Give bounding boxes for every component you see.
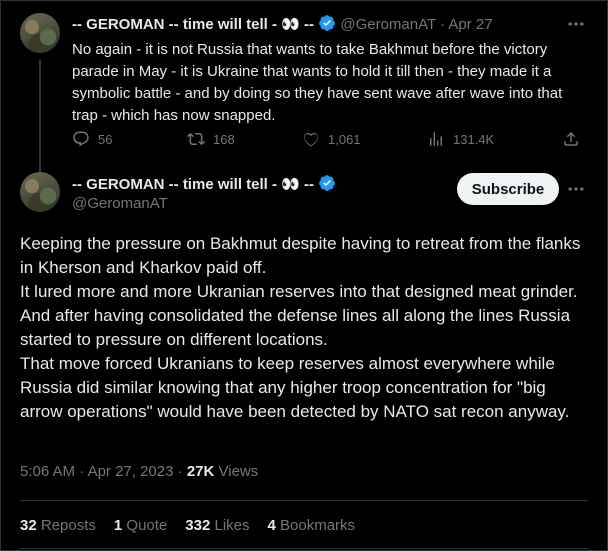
quotes-count: 1 [113, 517, 123, 534]
main-tweet-paragraph: Keeping the pressure on Bakhmut despite … [20, 234, 581, 277]
repost-button[interactable]: 168 [187, 130, 235, 148]
parent-action-bar: 56 168 1,061 131.4K [72, 130, 592, 150]
parent-tweet-header: -- GEROMAN -- time will tell - 👀 -- @Ger… [72, 14, 493, 33]
bookmarks-count: 4 [267, 517, 276, 534]
parent-separator: · [440, 16, 446, 33]
engagement-stats: 32 Reposts 1 Quote 332 Likes 4 Bookmarks [20, 517, 355, 534]
tweet-views-label: Views [218, 463, 259, 480]
like-button[interactable]: 1,061 [302, 130, 361, 148]
main-more-options-icon[interactable] [566, 179, 586, 199]
reposts-label: Reposts [40, 517, 96, 534]
meta-separator: · [177, 463, 183, 480]
parent-tweet-date[interactable]: Apr 27 [448, 16, 492, 33]
views-button[interactable]: 131.4K [427, 130, 494, 148]
views-count: 131.4K [453, 131, 495, 147]
share-icon [564, 131, 578, 146]
bookmarks-stat[interactable]: 4 Bookmarks [268, 517, 356, 534]
main-author-name[interactable]: -- GEROMAN -- time will tell - 👀 -- [72, 176, 314, 193]
main-tweet-paragraph: And after having consolidated the defens… [20, 306, 571, 349]
main-tweet-paragraph: It lured more and more Ukranian reserves… [20, 282, 578, 301]
main-author-avatar[interactable] [20, 172, 60, 212]
parent-author-avatar[interactable] [20, 13, 60, 53]
tweet-views-count: 27K [186, 463, 215, 480]
likes-stat[interactable]: 332 Likes [185, 517, 249, 534]
verified-badge-icon [319, 15, 336, 31]
meta-separator: · [79, 463, 85, 480]
tweet-date[interactable]: Apr 27, 2023 [88, 463, 174, 480]
parent-more-options-icon[interactable] [566, 14, 586, 34]
repost-icon [187, 132, 205, 146]
likes-label: Likes [214, 517, 250, 534]
parent-author-name[interactable]: -- GEROMAN -- time will tell - 👀 -- [72, 16, 314, 33]
repost-count: 168 [213, 131, 235, 147]
stats-divider [20, 500, 588, 501]
quotes-label: Quote [126, 517, 168, 534]
quotes-stat[interactable]: 1 Quote [114, 517, 167, 534]
reply-count: 56 [98, 131, 113, 147]
subscribe-button[interactable]: Subscribe [457, 173, 559, 205]
main-author-handle[interactable]: @GeromanAT [72, 195, 168, 212]
views-chart-icon [430, 132, 442, 146]
tweet-meta-line: 5:06 AM · Apr 27, 2023 · 27K Views [20, 463, 258, 480]
reply-icon [73, 131, 89, 147]
main-author-name-row: -- GEROMAN -- time will tell - 👀 -- [72, 174, 336, 193]
like-count: 1,061 [328, 131, 361, 147]
likes-count: 332 [185, 517, 211, 534]
reply-button[interactable]: 56 [72, 130, 112, 148]
main-tweet-text: Keeping the pressure on Bakhmut despite … [20, 232, 590, 424]
bottom-divider [20, 548, 588, 549]
tweet-time[interactable]: 5:06 AM [20, 463, 75, 480]
reposts-count: 32 [20, 517, 37, 534]
main-tweet-paragraph: That move forced Ukranians to keep reser… [20, 354, 570, 421]
heart-icon [304, 132, 318, 147]
parent-author-handle[interactable]: @GeromanAT [340, 16, 436, 33]
parent-tweet-text: No again - it is not Russia that wants t… [72, 41, 563, 124]
bookmarks-label: Bookmarks [280, 517, 356, 534]
verified-badge-icon [319, 175, 336, 191]
thread-connector-line [39, 60, 41, 172]
share-button[interactable] [562, 130, 580, 148]
reposts-stat[interactable]: 32 Reposts [20, 517, 96, 534]
